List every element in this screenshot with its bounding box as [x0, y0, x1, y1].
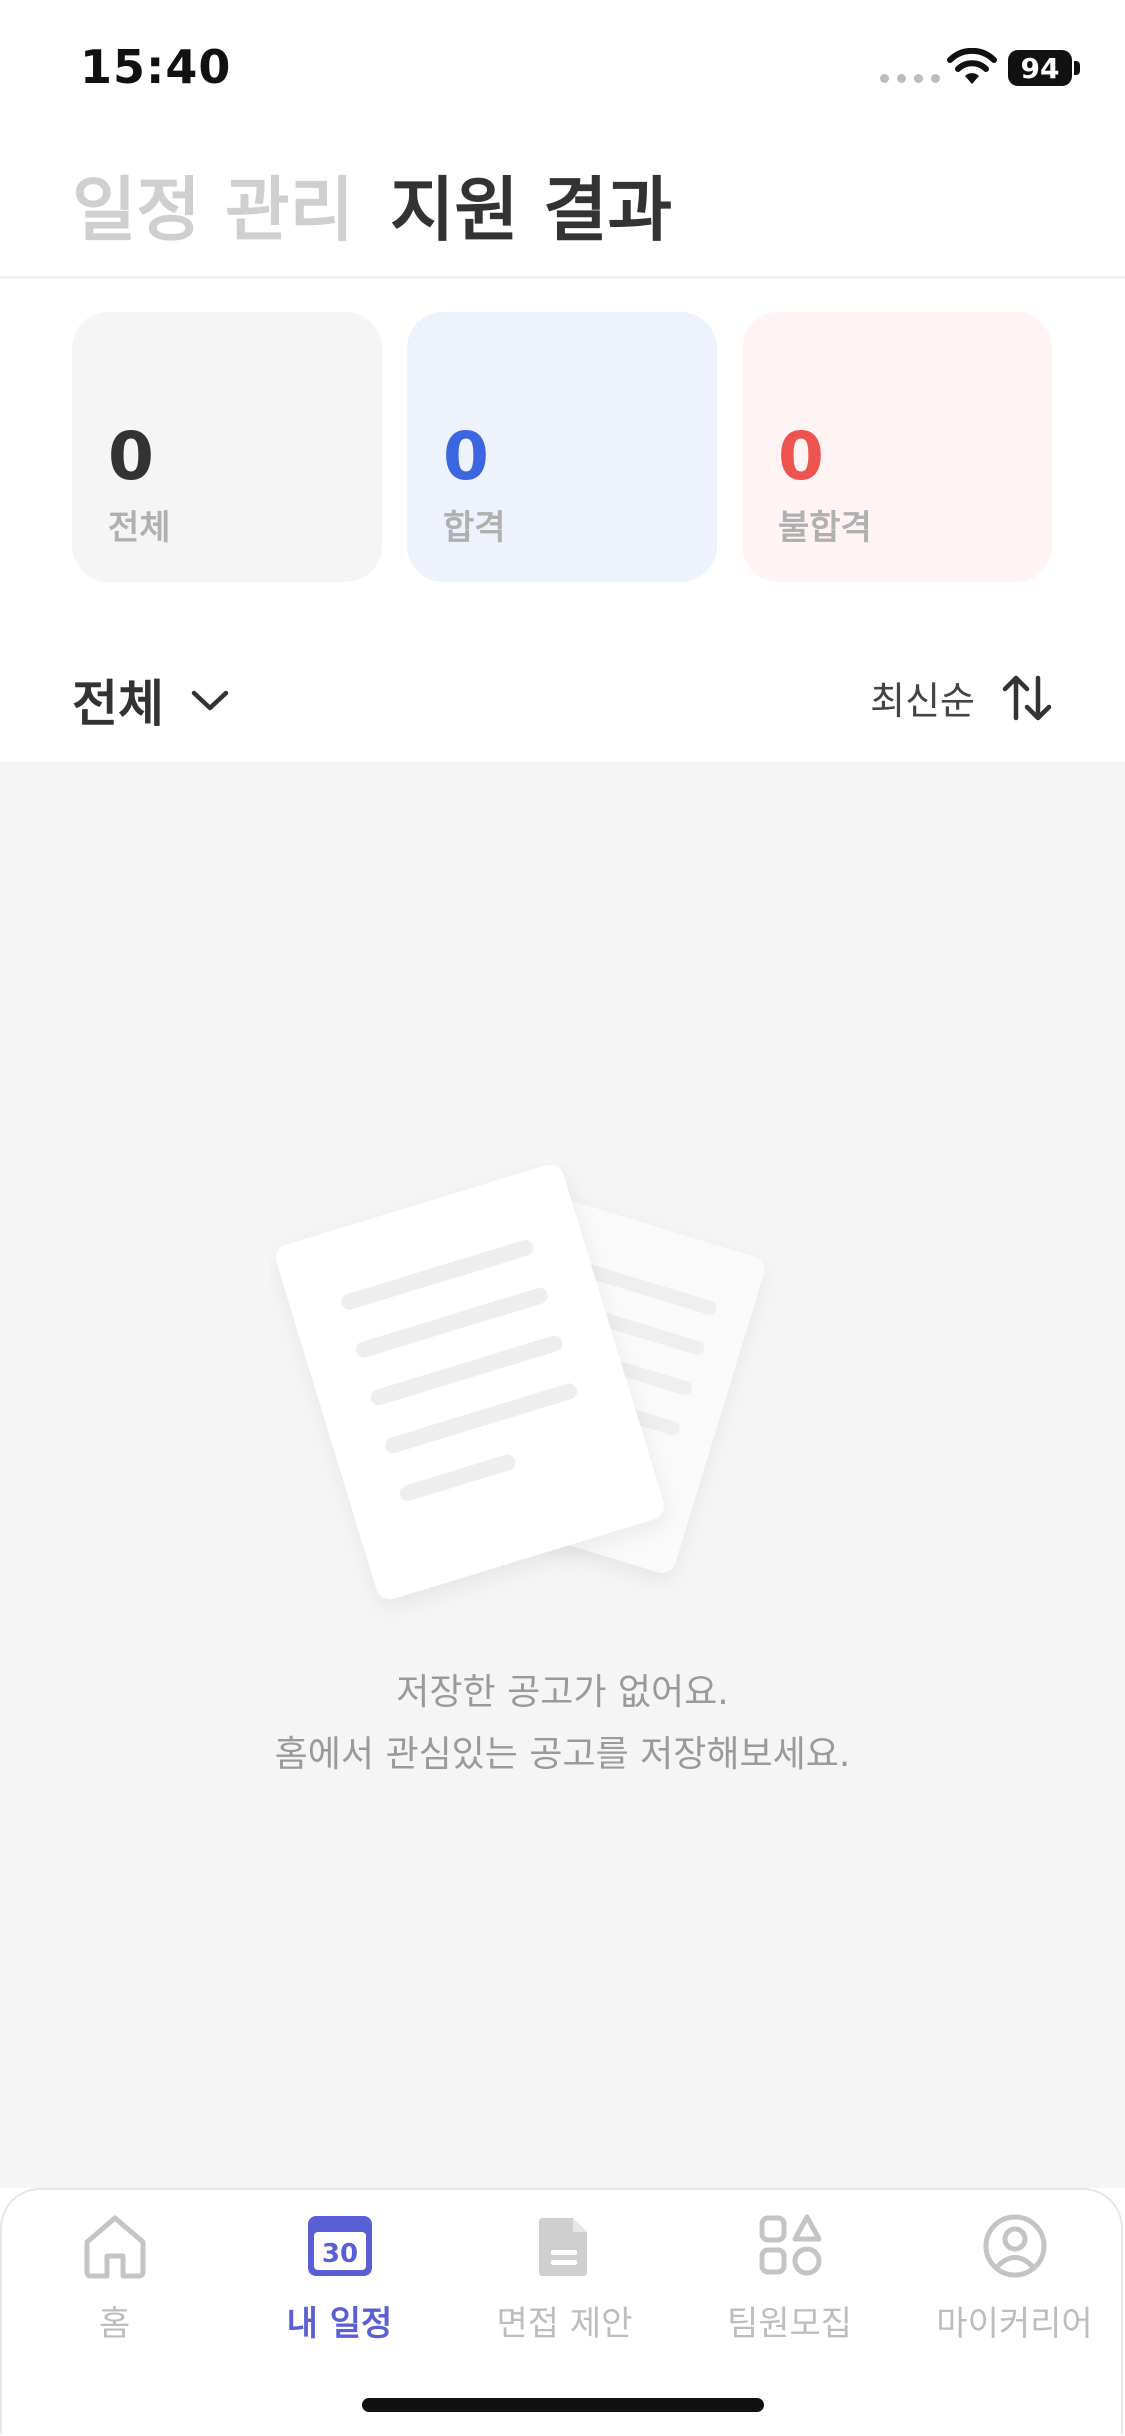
tabbar-label-home: 홈 [98, 2304, 131, 2344]
stat-card-fail[interactable]: 0 불합격 [742, 312, 1052, 582]
tabbar-label-interview-offers: 면접 제안 [496, 2304, 633, 2344]
filter-selected-label: 전체 [72, 675, 164, 733]
tabbar-item-interview-offers[interactable]: 면접 제안 [452, 2210, 677, 2345]
empty-documents-illustration [275, 1164, 765, 1600]
tabbar-label-team-recruit: 팀원모집 [726, 2304, 853, 2344]
tabbar-label-my-career: 마이커리어 [936, 2304, 1093, 2344]
cellular-signal-icon [880, 74, 940, 83]
stat-total-label: 전체 [108, 508, 171, 548]
calendar-icon: 30 [307, 2216, 372, 2276]
home-indicator[interactable] [362, 2398, 764, 2412]
battery-cap [1074, 61, 1080, 75]
filter-bar: 전체 최신순 [0, 640, 1125, 760]
status-filter-dropdown[interactable]: 전체 [72, 664, 230, 736]
document-icon [538, 2218, 587, 2276]
battery-indicator: 94 [1008, 50, 1072, 86]
stat-card-pass[interactable]: 0 합격 [407, 312, 717, 582]
sort-label: 최신순 [870, 679, 975, 723]
status-bar: 15:40 94 [0, 0, 1125, 130]
tabbar-item-my-career[interactable]: 마이커리어 [902, 2210, 1125, 2345]
stat-fail-label: 불합격 [778, 508, 872, 548]
stat-fail-value: 0 [778, 418, 824, 495]
stat-total-value: 0 [108, 418, 154, 495]
empty-state-message: 저장한 공고가 없어요. 홈에서 관심있는 공고를 저장해보세요. [0, 1662, 1125, 1786]
tab-application-results[interactable]: 지원 결과 [390, 154, 672, 255]
stat-card-total[interactable]: 0 전체 [72, 312, 382, 582]
result-summary: 0 전체 0 합격 0 불합격 [72, 312, 1052, 582]
stat-pass-label: 합격 [443, 508, 506, 548]
tabbar-item-team-recruit[interactable]: 팀원모집 [677, 2210, 902, 2345]
sort-button[interactable]: 최신순 [870, 670, 1053, 725]
tab-schedule-management[interactable]: 일정 관리 [72, 154, 354, 255]
wifi-icon [947, 48, 997, 84]
tabbar-item-home[interactable]: 홈 [2, 2210, 227, 2345]
stat-pass-value: 0 [443, 418, 489, 495]
tabbar-item-my-schedule[interactable]: 30 내 일정 [227, 2210, 452, 2345]
sort-arrows-icon [1002, 675, 1052, 720]
tabbar-label-my-schedule: 내 일정 [286, 2304, 393, 2344]
home-icon [84, 2215, 145, 2279]
chevron-down-icon [191, 690, 229, 711]
battery-level: 94 [1020, 51, 1060, 85]
empty-state-line-1: 저장한 공고가 없어요. [396, 1672, 729, 1713]
page-header: 일정 관리 지원 결과 [0, 130, 1125, 279]
calendar-date: 30 [321, 2239, 357, 2269]
profile-icon [983, 2214, 1046, 2278]
status-time: 15:40 [80, 40, 232, 94]
empty-state-line-2: 홈에서 관심있는 공고를 저장해보세요. [274, 1734, 851, 1775]
results-list-area[interactable]: 저장한 공고가 없어요. 홈에서 관심있는 공고를 저장해보세요. [0, 762, 1125, 2188]
shapes-icon [759, 2214, 821, 2276]
